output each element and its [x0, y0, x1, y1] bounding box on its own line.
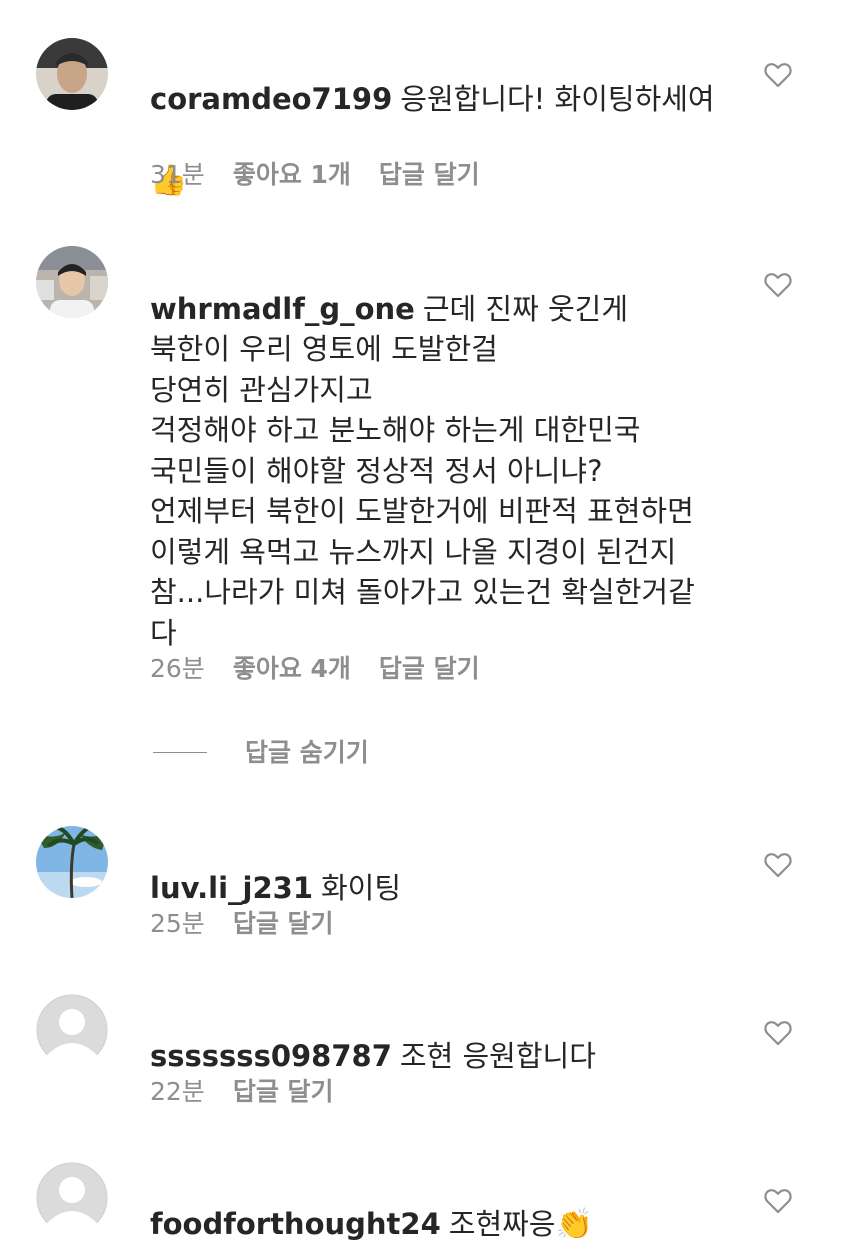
divider-line [153, 751, 207, 753]
avatar[interactable] [36, 38, 108, 110]
timestamp: 31분 [150, 160, 205, 189]
avatar[interactable] [36, 826, 108, 898]
like-heart-icon[interactable] [764, 1020, 792, 1046]
comment-meta: 22분 답글 달기 [150, 1072, 362, 1108]
clapping-hands-icon: 👏 [555, 1206, 593, 1242]
hide-replies-label: 답글 숨기기 [245, 738, 369, 767]
hide-replies-button[interactable]: 답글 숨기기 [153, 733, 369, 769]
likes-count[interactable]: 좋아요 1개 [233, 160, 351, 189]
like-heart-icon[interactable] [764, 1188, 792, 1214]
like-heart-icon[interactable] [764, 272, 792, 298]
comment-meta: 31분 좋아요 1개 답글 달기 [150, 155, 508, 191]
username[interactable]: foodforthought24 [150, 1207, 441, 1241]
timestamp: 25분 [150, 909, 205, 938]
default-avatar-icon [36, 994, 108, 1066]
palm-tree-photo-icon [36, 826, 108, 898]
comment-meta: 25분 답글 달기 [150, 904, 362, 940]
comment-body: luv.li_j231 화이팅 [150, 827, 740, 908]
user-photo-icon [36, 246, 108, 318]
reply-button[interactable]: 답글 달기 [233, 1077, 334, 1106]
timestamp: 26분 [150, 654, 205, 683]
like-heart-icon[interactable] [764, 852, 792, 878]
user-photo-icon [36, 38, 108, 110]
reply-button[interactable]: 답글 달기 [379, 160, 480, 189]
likes-count[interactable]: 좋아요 4개 [233, 654, 351, 683]
comment-text: 화이팅 [321, 870, 402, 905]
username[interactable]: luv.li_j231 [150, 871, 313, 905]
avatar[interactable] [36, 994, 108, 1066]
reply-button[interactable]: 답글 달기 [379, 654, 480, 683]
comment-text: 응원합니다! 화이팅하세여 [400, 81, 715, 116]
username[interactable]: whrmadlf_g_one [150, 292, 415, 326]
timestamp: 22분 [150, 1077, 205, 1106]
comment-text: 조현짜응 [448, 1206, 556, 1241]
comment-text: 조현 응원합니다 [399, 1038, 596, 1073]
reply-button[interactable]: 답글 달기 [233, 909, 334, 938]
comment-body: sssssss098787 조현 응원합니다 [150, 995, 740, 1076]
username[interactable]: coramdeo7199 [150, 82, 392, 116]
like-heart-icon[interactable] [764, 62, 792, 88]
avatar[interactable] [36, 246, 108, 318]
default-avatar-icon [36, 1162, 108, 1234]
comment-meta: 26분 좋아요 4개 답글 달기 [150, 649, 508, 685]
comment-body: foodforthought24 조현짜응👏 [150, 1163, 740, 1245]
comment-text: 근데 진짜 웃긴게 북한이 우리 영토에 도발한걸 당연히 관심가지고 걱정해야… [150, 291, 695, 650]
comment-body: whrmadlf_g_one 근데 진짜 웃긴게 북한이 우리 영토에 도발한걸 … [150, 248, 740, 653]
username[interactable]: sssssss098787 [150, 1039, 392, 1073]
avatar[interactable] [36, 1162, 108, 1234]
